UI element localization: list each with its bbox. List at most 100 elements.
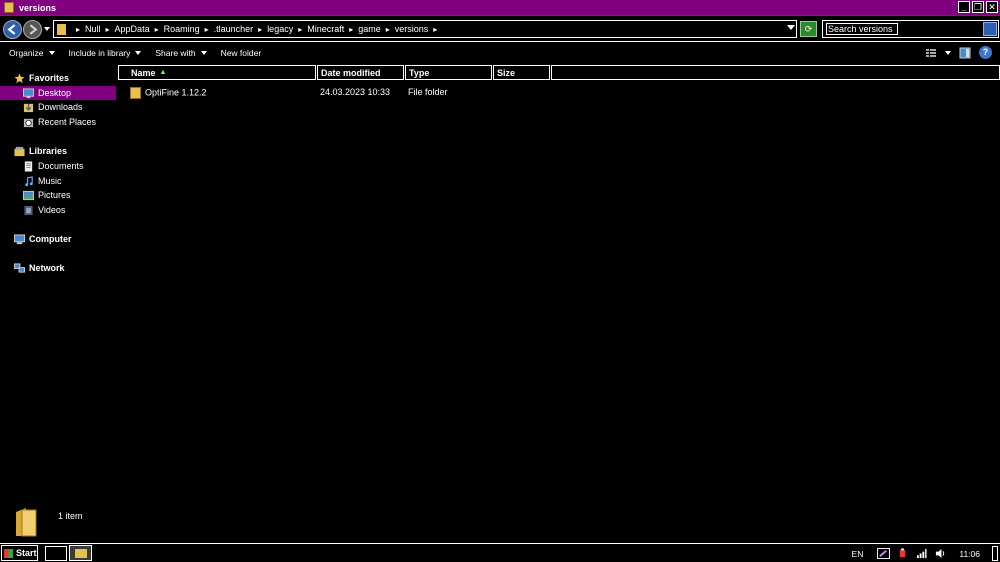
- computer-icon: [14, 233, 25, 244]
- address-bar[interactable]: ▸ Null ▸ AppData ▸ Roaming ▸ .tlauncher …: [53, 20, 797, 38]
- item-count: 1 item: [58, 511, 83, 521]
- documents-icon: [24, 160, 33, 172]
- nav-videos[interactable]: Videos: [0, 203, 116, 217]
- clock[interactable]: 11:06: [959, 549, 980, 559]
- taskbar: Start EN 11:06: [0, 543, 1000, 562]
- column-header-type[interactable]: Type: [405, 65, 492, 80]
- breadcrumb-game[interactable]: game: [358, 24, 381, 34]
- music-icon: [25, 175, 33, 186]
- breadcrumb-null[interactable]: Null: [85, 24, 101, 34]
- signal-icon[interactable]: [915, 548, 928, 559]
- arrow-right-icon: [29, 24, 38, 35]
- nav-network[interactable]: Network: [0, 261, 116, 275]
- chevron-right-icon[interactable]: ▸: [155, 25, 159, 34]
- start-button[interactable]: Start: [1, 545, 38, 561]
- show-desktop-button[interactable]: [992, 546, 998, 561]
- desktop-icon: [23, 87, 34, 98]
- chevron-right-icon[interactable]: ▸: [106, 25, 110, 34]
- nav-favorites[interactable]: Favorites: [0, 71, 116, 85]
- chevron-right-icon[interactable]: ▸: [433, 25, 437, 34]
- share-with-button[interactable]: Share with: [155, 47, 207, 58]
- nav-libraries[interactable]: Libraries: [0, 144, 116, 158]
- nav-pictures[interactable]: Pictures: [0, 188, 116, 202]
- nav-downloads[interactable]: Downloads: [0, 100, 116, 114]
- folder-icon: [16, 508, 37, 537]
- language-indicator[interactable]: EN: [852, 549, 864, 559]
- breadcrumb-versions[interactable]: versions: [395, 24, 429, 34]
- downloads-icon: [23, 103, 34, 112]
- nav-desktop[interactable]: Desktop: [0, 86, 116, 100]
- close-button[interactable]: ✕: [986, 1, 998, 13]
- pen-icon[interactable]: [877, 548, 891, 559]
- breadcrumb-appdata[interactable]: AppData: [115, 24, 150, 34]
- chevron-down-icon: [135, 50, 142, 55]
- new-folder-button[interactable]: New folder: [221, 48, 262, 58]
- title-bar: versions _ ❐ ✕: [0, 0, 1000, 16]
- file-name-cell[interactable]: OptiFine 1.12.2: [130, 87, 207, 99]
- nav-label: Documents: [38, 161, 84, 171]
- navigation-pane: Favorites Desktop Downloads Recent Place…: [0, 63, 116, 543]
- nav-label: Pictures: [38, 190, 71, 200]
- column-label: Size: [497, 67, 516, 78]
- new-folder-label: New folder: [220, 47, 262, 58]
- network-icon: [14, 262, 25, 273]
- file-name: OptiFine 1.12.2: [145, 87, 207, 98]
- recent-pages-dropdown[interactable]: [44, 27, 50, 31]
- file-date: 24.03.2023 10:33: [320, 87, 391, 97]
- chevron-right-icon[interactable]: ▸: [349, 25, 353, 34]
- chevron-right-icon[interactable]: ▸: [205, 25, 209, 34]
- chevron-right-icon[interactable]: ▸: [258, 25, 262, 34]
- chevron-down-icon: [48, 50, 55, 55]
- table-row[interactable]: OptiFine 1.12.2 24.03.2023 10:33 File fo…: [126, 85, 986, 101]
- preview-pane-icon[interactable]: [959, 47, 971, 59]
- column-label: Name: [131, 67, 156, 78]
- recent-places-icon: [23, 118, 34, 127]
- back-button[interactable]: [3, 20, 22, 39]
- chevron-right-icon[interactable]: ▸: [76, 25, 80, 34]
- sort-ascending-icon: ▲: [159, 69, 167, 76]
- nav-label: Desktop: [38, 88, 72, 98]
- column-header-name[interactable]: Name ▲: [118, 65, 316, 80]
- nav-label: Libraries: [29, 146, 68, 156]
- include-in-library-button[interactable]: Include in library: [69, 48, 142, 58]
- nav-documents[interactable]: Documents: [0, 159, 116, 173]
- breadcrumb-minecraft[interactable]: Minecraft: [307, 24, 344, 34]
- view-controls: ?: [925, 46, 992, 59]
- view-options-icon[interactable]: [925, 47, 937, 59]
- nav-music[interactable]: Music: [0, 174, 116, 188]
- nav-recent-places[interactable]: Recent Places: [0, 115, 116, 129]
- refresh-button[interactable]: ⟳: [800, 21, 817, 37]
- system-tray: EN 11:06: [852, 546, 998, 561]
- minimize-button[interactable]: _: [958, 1, 970, 13]
- power-icon[interactable]: [896, 548, 909, 559]
- forward-button[interactable]: [23, 20, 42, 39]
- breadcrumb-legacy[interactable]: legacy: [267, 24, 293, 34]
- chevron-down-icon[interactable]: [945, 50, 951, 55]
- share-label: Share with: [155, 47, 196, 58]
- window-title: versions: [19, 2, 57, 13]
- help-icon[interactable]: ?: [979, 46, 992, 59]
- chevron-right-icon[interactable]: ▸: [298, 25, 302, 34]
- folder-icon: [130, 87, 141, 99]
- taskbar-explorer-button[interactable]: [69, 545, 92, 561]
- breadcrumb-roaming[interactable]: Roaming: [164, 24, 200, 34]
- chevron-right-icon[interactable]: ▸: [386, 25, 390, 34]
- column-header-size[interactable]: Size: [493, 65, 550, 80]
- arrow-left-icon: [7, 24, 16, 35]
- column-header-date-modified[interactable]: Date modified: [317, 65, 404, 80]
- address-row: ▸ Null ▸ AppData ▸ Roaming ▸ .tlauncher …: [0, 17, 1000, 41]
- address-history-dropdown[interactable]: [787, 25, 795, 30]
- nav-computer[interactable]: Computer: [0, 232, 116, 246]
- taskbar-app-button[interactable]: [45, 546, 67, 561]
- nav-label: Downloads: [38, 102, 83, 112]
- command-bar: Organize Include in library Share with N…: [0, 41, 1000, 63]
- restore-button[interactable]: ❐: [972, 1, 984, 13]
- folder-icon: [57, 23, 66, 35]
- volume-icon[interactable]: [934, 548, 947, 559]
- organize-button[interactable]: Organize: [9, 48, 55, 58]
- search-icon[interactable]: [983, 22, 997, 36]
- videos-icon: [24, 205, 33, 215]
- folder-icon: [74, 548, 87, 558]
- breadcrumb-tlauncher[interactable]: .tlauncher: [214, 24, 254, 34]
- search-box[interactable]: [822, 20, 999, 38]
